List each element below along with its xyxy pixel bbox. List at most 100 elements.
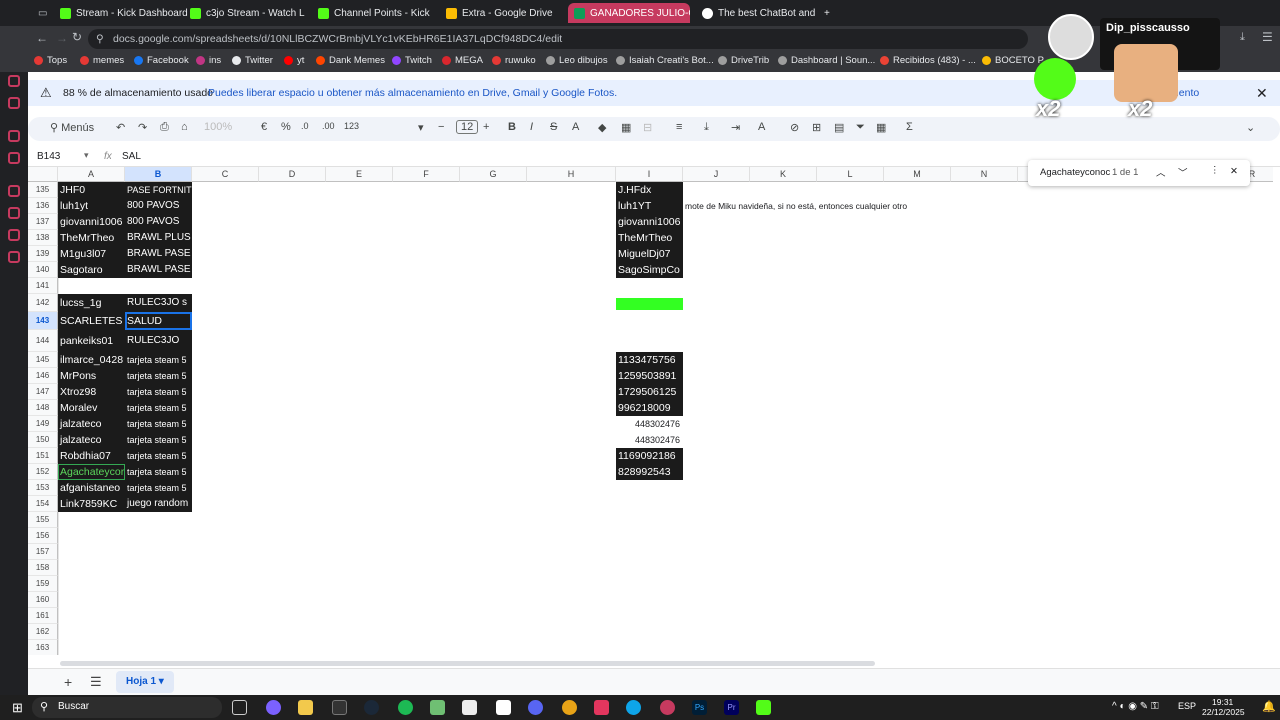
row-header[interactable]: 146 <box>28 368 58 384</box>
row-header[interactable]: 141 <box>28 278 58 294</box>
row-header[interactable]: 155 <box>28 512 58 528</box>
column-header[interactable]: B <box>125 167 192 182</box>
table-cell[interactable]: afganistaneo <box>58 480 125 496</box>
table-cell[interactable]: tarjeta steam 5 <box>125 448 192 464</box>
photoshop-icon[interactable]: Ps <box>692 700 707 715</box>
chevron-down-icon[interactable]: ▾ <box>84 150 89 161</box>
table-cell[interactable]: jalzateco <box>58 416 125 432</box>
discord-icon[interactable] <box>528 700 543 715</box>
row-header[interactable]: 159 <box>28 576 58 592</box>
notifications-icon[interactable]: 🔔 <box>1262 700 1276 713</box>
app-icon[interactable] <box>496 700 511 715</box>
percent-button[interactable]: % <box>281 121 291 133</box>
table-cell[interactable]: tarjeta steam 5 <box>125 400 192 416</box>
spotify-icon[interactable] <box>398 700 413 715</box>
fill-color-icon[interactable]: ◆ <box>598 121 606 134</box>
opera-gx-icon[interactable] <box>660 700 675 715</box>
table-cell[interactable]: TheMrTheo <box>616 230 683 246</box>
bookmark[interactable]: Tops <box>34 55 67 66</box>
font-select-chevron-icon[interactable]: ▾ <box>418 121 424 134</box>
clock-date[interactable]: 22/12/2025 <box>1202 707 1245 717</box>
table-cell[interactable]: BRAWL PLUS <box>125 230 192 246</box>
row-header[interactable]: 162 <box>28 624 58 640</box>
table-cell[interactable]: TheMrTheo <box>58 230 125 246</box>
table-cell[interactable]: giovanni1006 <box>616 214 683 230</box>
kick-icon[interactable] <box>756 700 771 715</box>
column-header[interactable]: A <box>58 167 125 182</box>
bookmark[interactable]: Dank Memes <box>316 55 385 66</box>
sidebar-app-icon[interactable] <box>8 185 20 197</box>
row-header[interactable]: 137 <box>28 214 58 230</box>
currency-button[interactable]: € <box>261 121 267 133</box>
row-header[interactable]: 144 <box>28 330 58 352</box>
table-cell[interactable]: RULEC3JO s <box>125 294 192 312</box>
table-cell[interactable]: Moralev <box>58 400 125 416</box>
italic-icon[interactable]: I <box>530 121 533 133</box>
bold-icon[interactable]: B <box>508 121 516 133</box>
close-icon[interactable]: ✕ <box>1230 166 1238 177</box>
link-icon[interactable]: ⊘ <box>790 121 799 134</box>
sidebar-app-icon[interactable] <box>8 251 20 263</box>
row-header[interactable]: 158 <box>28 560 58 576</box>
vertical-align-icon[interactable]: ⤓ <box>704 121 709 134</box>
close-icon[interactable]: ✕ <box>1256 80 1268 106</box>
more-options-icon[interactable]: ⋮ <box>1210 165 1220 176</box>
table-cell[interactable]: pankeiks01 <box>58 330 125 352</box>
browser-tab[interactable]: Extra - Google Drive <box>446 4 561 22</box>
add-sheet-icon[interactable]: + <box>64 674 72 690</box>
bookmark[interactable]: Twitter <box>232 55 273 66</box>
print-icon[interactable]: ⎙ <box>160 121 169 134</box>
table-cell[interactable]: tarjeta steam 5 <box>125 480 192 496</box>
taskbar-search[interactable]: ⚲ Buscar <box>32 697 222 718</box>
bookmark[interactable]: yt <box>284 55 304 66</box>
bookmark[interactable]: Leo dibujos <box>546 55 608 66</box>
table-cell[interactable]: mote de Miku navideña, si no está, enton… <box>683 198 943 214</box>
column-header[interactable]: M <box>884 167 951 182</box>
table-cell[interactable]: MiguelDj07 <box>616 246 683 262</box>
steam-icon[interactable] <box>364 700 379 715</box>
column-header[interactable]: N <box>951 167 1018 182</box>
table-cell[interactable]: 1169092186 <box>616 448 683 464</box>
table-cell[interactable]: 828992543 <box>616 464 683 480</box>
row-header[interactable]: 156 <box>28 528 58 544</box>
sidebar-app-icon[interactable] <box>8 97 20 109</box>
column-header[interactable]: G <box>460 167 527 182</box>
filter-icon[interactable]: ⏷ <box>856 121 865 134</box>
table-cell[interactable]: tarjeta steam 5 <box>125 352 192 368</box>
table-cell[interactable]: MrPons <box>58 368 125 384</box>
paint-format-icon[interactable]: ⌂ <box>181 121 188 133</box>
table-cell[interactable]: BRAWL PASE <box>125 262 192 278</box>
column-header[interactable]: K <box>750 167 817 182</box>
table-cell[interactable]: Agachateycor <box>58 464 125 480</box>
wrap-icon[interactable]: ⇥ <box>731 121 740 134</box>
language-indicator[interactable]: ESP <box>1178 701 1196 711</box>
table-cell[interactable]: 800 PAVOS <box>125 214 192 230</box>
column-header[interactable]: L <box>817 167 884 182</box>
app-icon[interactable] <box>562 700 577 715</box>
row-header[interactable]: 138 <box>28 230 58 246</box>
table-cell[interactable]: JHF0 <box>58 182 125 198</box>
rotate-icon[interactable]: A <box>758 121 765 133</box>
table-cell[interactable]: 448302476 <box>616 416 683 432</box>
spreadsheet-grid[interactable]: ABCDEFGHIJKLMNOPQR 135JHF0PASE FORTNITEJ… <box>28 167 1273 655</box>
sidebar-app-icon[interactable] <box>8 229 20 241</box>
column-header[interactable]: D <box>259 167 326 182</box>
system-tray-icon[interactable]: ^ ◐ ◉ ✎ ⚿ <box>1112 701 1159 712</box>
table-cell[interactable]: Link7859KC <box>58 496 125 512</box>
browser-tab[interactable]: Stream - Kick Dashboard <box>60 4 190 22</box>
browser-tab[interactable]: c3jo Stream - Watch Live <box>190 4 305 22</box>
table-cell[interactable]: juego random <box>125 496 192 512</box>
row-header[interactable]: 145 <box>28 352 58 368</box>
table-cell[interactable]: lucss_1g <box>58 294 125 312</box>
sidebar-app-icon[interactable] <box>8 152 20 164</box>
chevron-down-icon[interactable]: ⌄ <box>1246 121 1255 134</box>
comment-icon[interactable]: ⊞ <box>812 121 821 134</box>
row-header[interactable]: 139 <box>28 246 58 262</box>
horizontal-scrollbar[interactable] <box>60 661 875 666</box>
undo-icon[interactable]: ↶ <box>116 121 125 134</box>
table-cell[interactable]: 448302476 <box>616 432 683 448</box>
row-header[interactable]: 143 <box>28 312 58 330</box>
row-header[interactable]: 157 <box>28 544 58 560</box>
strikethrough-icon[interactable]: S <box>550 121 557 133</box>
epic-games-icon[interactable] <box>332 700 347 715</box>
